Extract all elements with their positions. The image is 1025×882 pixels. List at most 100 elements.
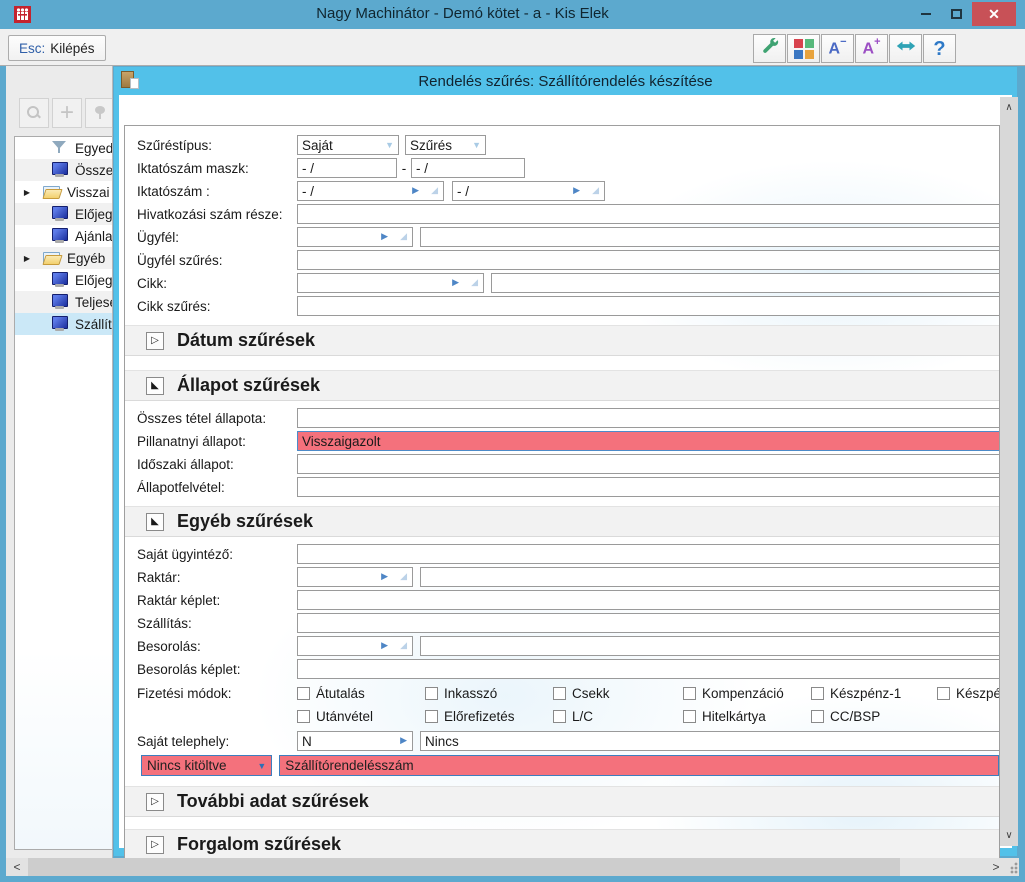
maximize-button[interactable]	[942, 2, 970, 26]
classification-code-input[interactable]: ▶ ◢	[297, 636, 413, 656]
scroll-left-icon[interactable]: <	[8, 858, 26, 876]
checkbox-utanvetel[interactable]	[297, 710, 310, 723]
periodic-status-input[interactable]	[297, 454, 999, 474]
warehouse-name-input[interactable]	[420, 567, 999, 587]
settings-button[interactable]	[753, 34, 786, 63]
corner-triangle-icon[interactable]: ◢	[400, 640, 407, 651]
status-recording-input[interactable]	[297, 477, 999, 497]
lookup-arrow-icon[interactable]: ▶	[412, 185, 419, 196]
font-smaller-button[interactable]: A−	[821, 34, 854, 63]
reg-num-to-input[interactable]: - / ▶ ◢	[452, 181, 605, 201]
corner-triangle-icon[interactable]: ◢	[431, 185, 438, 196]
expander-collapsed-icon[interactable]: ▷	[146, 792, 164, 811]
own-site-name-input[interactable]: Nincs	[420, 731, 999, 751]
all-items-status-input[interactable]	[297, 408, 999, 428]
supplier-order-number-input[interactable]: Szállítórendelésszám	[279, 755, 999, 776]
current-status-input[interactable]: Visszaigazolt	[297, 431, 999, 451]
scrollbar-thumb[interactable]	[28, 858, 900, 876]
tree-item-visszai[interactable]: ▶ Visszai	[15, 181, 112, 203]
own-admin-input[interactable]	[297, 544, 999, 564]
expand-arrow-icon[interactable]: ▶	[21, 188, 33, 197]
reference-number-input[interactable]	[297, 204, 999, 224]
checkbox-inkasszo[interactable]	[425, 687, 438, 700]
customer-filter-input[interactable]	[297, 250, 999, 270]
reg-num-from-input[interactable]: - / ▶ ◢	[297, 181, 444, 201]
exit-button[interactable]: Esc: Kilépés	[8, 35, 106, 61]
tree-item-osszes[interactable]: Összes	[15, 159, 112, 181]
article-name-input[interactable]	[491, 273, 999, 293]
tree-item-elojegy2[interactable]: Előjegy	[15, 269, 112, 291]
checkbox-atutalas[interactable]	[297, 687, 310, 700]
corner-triangle-icon[interactable]: ◢	[592, 185, 599, 196]
checkbox-keszpenz2[interactable]	[937, 687, 950, 700]
field-label: Besorolás:	[137, 638, 201, 654]
checkbox-lc[interactable]	[553, 710, 566, 723]
tree-view-button[interactable]	[85, 98, 112, 128]
checkbox-csekk[interactable]	[553, 687, 566, 700]
lookup-arrow-icon[interactable]: ▶	[381, 231, 388, 242]
warehouse-formula-input[interactable]	[297, 590, 999, 610]
lookup-arrow-icon[interactable]: ▶	[573, 185, 580, 196]
warehouse-code-input[interactable]: ▶ ◢	[297, 567, 413, 587]
checkbox-ccbsp[interactable]	[811, 710, 824, 723]
lookup-arrow-icon[interactable]: ▶	[381, 571, 388, 582]
search-button[interactable]	[19, 98, 49, 128]
tree-item-label: Szállító	[75, 316, 112, 332]
font-larger-button[interactable]: A+	[855, 34, 888, 63]
customer-name-input[interactable]	[420, 227, 999, 247]
resize-width-button[interactable]	[889, 34, 922, 63]
article-filter-input[interactable]	[297, 296, 999, 316]
reg-mask-from-input[interactable]: - /	[297, 158, 397, 178]
scroll-down-icon[interactable]: ∨	[1000, 827, 1018, 844]
tree-item-egyedi[interactable]: Egyedi	[15, 137, 112, 159]
checkbox-kompenzacio[interactable]	[683, 687, 696, 700]
scroll-right-icon[interactable]: >	[987, 858, 1005, 876]
app-logo-icon	[14, 6, 31, 23]
lookup-arrow-icon[interactable]: ▶	[452, 277, 459, 288]
tree-item-teljese[interactable]: Teljese	[15, 291, 112, 313]
checkbox-elorefizetes[interactable]	[425, 710, 438, 723]
tree-item-szallito-selected[interactable]: Szállító	[15, 313, 112, 335]
lookup-arrow-icon[interactable]: ▶	[400, 735, 407, 746]
section-extra-filters[interactable]: ▷ További adat szűrések	[125, 786, 999, 817]
expander-collapsed-icon[interactable]: ▷	[146, 331, 164, 350]
expander-expanded-icon[interactable]: ◣	[146, 376, 164, 395]
resize-grip[interactable]	[1005, 858, 1019, 876]
folder-icon	[43, 250, 63, 266]
close-button[interactable]: ✕	[972, 2, 1016, 26]
checkbox-hitelkartya[interactable]	[683, 710, 696, 723]
tree-item-elojegy1[interactable]: Előjegy	[15, 203, 112, 225]
not-filled-dropdown[interactable]: Nincs kitöltve ▼	[141, 755, 273, 776]
classification-name-input[interactable]	[420, 636, 999, 656]
colors-button[interactable]	[787, 34, 820, 63]
reg-mask-to-input[interactable]: - /	[411, 158, 525, 178]
section-status-filters[interactable]: ◣ Állapot szűrések	[125, 370, 999, 401]
field-label: Fizetési módok:	[137, 686, 232, 701]
filter-mode-dropdown[interactable]: Szűrés ▼	[405, 135, 486, 155]
corner-triangle-icon[interactable]: ◢	[471, 277, 478, 288]
expander-expanded-icon[interactable]: ◣	[146, 512, 164, 531]
classification-formula-input[interactable]	[297, 659, 999, 679]
tree-item-egyeb[interactable]: ▶ Egyéb	[15, 247, 112, 269]
scroll-up-icon[interactable]: ∧	[1000, 99, 1018, 116]
add-button[interactable]: +	[52, 98, 82, 128]
expander-collapsed-icon[interactable]: ▷	[146, 835, 164, 854]
expand-arrow-icon[interactable]: ▶	[21, 254, 33, 263]
minimize-button[interactable]	[912, 2, 940, 26]
shipping-input[interactable]	[297, 613, 999, 633]
section-other-filters[interactable]: ◣ Egyéb szűrések	[125, 506, 999, 537]
horizontal-scrollbar[interactable]: < >	[6, 858, 1019, 876]
own-site-code-input[interactable]: N ▶	[297, 731, 413, 751]
vertical-scrollbar[interactable]: ∧ ∨	[1000, 97, 1018, 846]
filter-type-dropdown[interactable]: Saját ▼	[297, 135, 399, 155]
section-traffic-filters[interactable]: ▷ Forgalom szűrések	[125, 829, 999, 860]
customer-code-input[interactable]: ▶ ◢	[297, 227, 413, 247]
checkbox-keszpenz1[interactable]	[811, 687, 824, 700]
corner-triangle-icon[interactable]: ◢	[400, 571, 407, 582]
tree-item-ajanlat[interactable]: Ajánlat	[15, 225, 112, 247]
help-button[interactable]: ?	[923, 34, 956, 63]
article-code-input[interactable]: ▶ ◢	[297, 273, 484, 293]
section-date-filters[interactable]: ▷ Dátum szűrések	[125, 325, 999, 356]
lookup-arrow-icon[interactable]: ▶	[381, 640, 388, 651]
corner-triangle-icon[interactable]: ◢	[400, 231, 407, 242]
